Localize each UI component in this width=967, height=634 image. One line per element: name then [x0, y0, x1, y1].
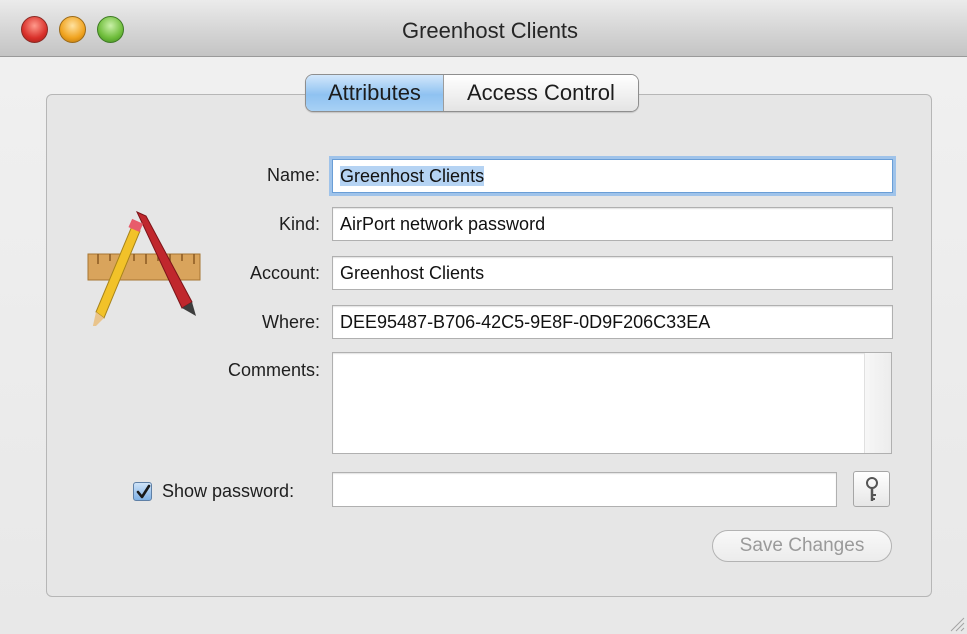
show-password-label[interactable]: Show password: [162, 481, 322, 502]
window-title: Greenhost Clients [401, 18, 579, 43]
title-bar[interactable]: Greenhost Clients [0, 0, 967, 57]
tab-access-control[interactable]: Access Control [442, 75, 638, 111]
keychain-item-window: Greenhost Clients Attributes Access Cont… [0, 0, 967, 634]
name-field[interactable]: Greenhost Clients [332, 159, 893, 193]
kind-field[interactable]: AirPort network password [332, 207, 893, 241]
password-field[interactable] [332, 472, 837, 507]
comments-label: Comments: [227, 360, 320, 380]
account-label: Account: [249, 263, 320, 283]
where-field[interactable]: DEE95487-B706-42C5-9E8F-0D9F206C33EA [332, 305, 893, 339]
checkmark-icon [136, 484, 151, 499]
resize-grip-icon[interactable] [947, 614, 965, 632]
password-assistant-button[interactable] [853, 471, 890, 507]
kind-label: Kind: [278, 214, 320, 234]
tab-attributes[interactable]: Attributes [306, 75, 443, 111]
save-changes-button[interactable]: Save Changes [712, 530, 892, 562]
name-value: Greenhost Clients [340, 166, 485, 186]
comments-scrollbar[interactable] [864, 353, 891, 453]
show-password-checkbox[interactable] [133, 482, 152, 501]
comments-textarea[interactable] [332, 352, 892, 454]
application-icon [87, 210, 201, 326]
name-label: Name: [266, 165, 320, 185]
tab-bar: Attributes Access Control [305, 74, 639, 112]
where-label: Where: [261, 312, 320, 332]
window-content: Attributes Access Control Name: Greenhos… [0, 57, 967, 634]
key-icon [866, 477, 878, 501]
account-field[interactable]: Greenhost Clients [332, 256, 893, 290]
